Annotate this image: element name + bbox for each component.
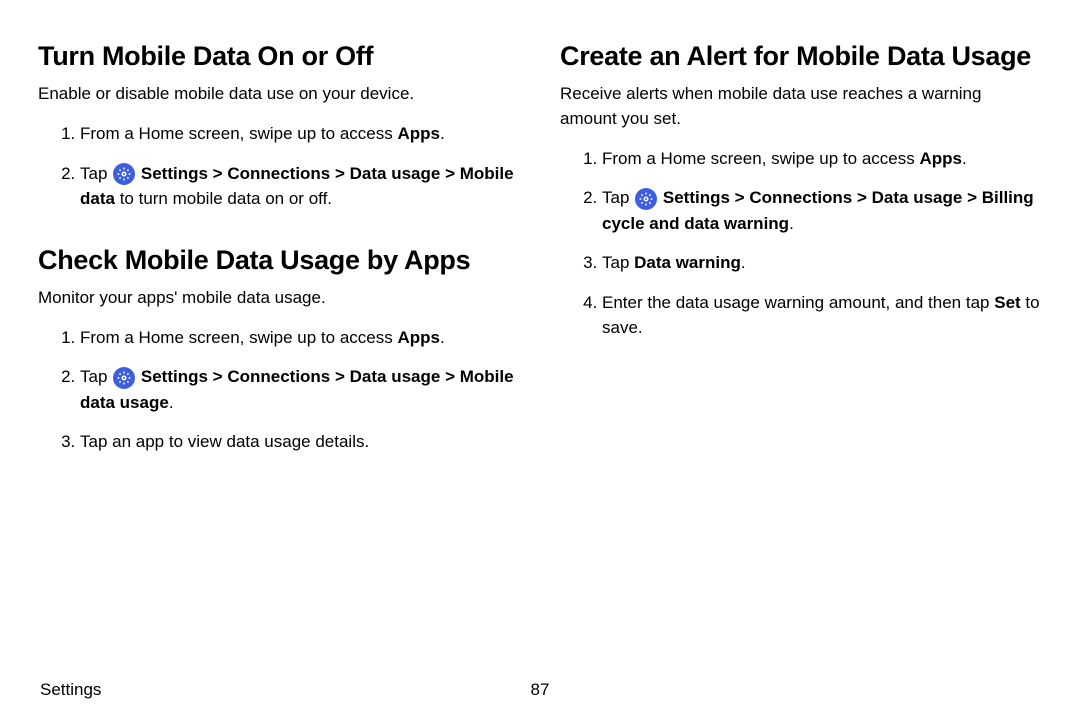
- footer-section-label: Settings: [40, 680, 101, 700]
- section-title: Create an Alert for Mobile Data Usage: [560, 40, 1042, 72]
- step-item: From a Home screen, swipe up to access A…: [602, 146, 1042, 172]
- step-item: Tap Settings > Connections > Data usage …: [80, 364, 520, 415]
- page-number: 87: [531, 680, 550, 700]
- section-description: Receive alerts when mobile data use reac…: [560, 82, 1042, 131]
- section-title: Check Mobile Data Usage by Apps: [38, 244, 520, 276]
- step-item: Enter the data usage warning amount, and…: [602, 290, 1042, 341]
- gear-icon: [635, 188, 657, 210]
- step-item: Tap an app to view data usage details.: [80, 429, 520, 455]
- step-list: From a Home screen, swipe up to access A…: [38, 325, 520, 455]
- step-item: Tap Settings > Connections > Data usage …: [80, 161, 520, 212]
- step-item: Tap Data warning.: [602, 250, 1042, 276]
- step-list: From a Home screen, swipe up to access A…: [560, 146, 1042, 341]
- step-item: From a Home screen, swipe up to access A…: [80, 121, 520, 147]
- section-turn-mobile-data: Turn Mobile Data On or Off Enable or dis…: [38, 40, 520, 212]
- section-title: Turn Mobile Data On or Off: [38, 40, 520, 72]
- step-item: From a Home screen, swipe up to access A…: [80, 325, 520, 351]
- section-check-data-usage: Check Mobile Data Usage by Apps Monitor …: [38, 244, 520, 455]
- page-footer: Settings 87: [38, 680, 1042, 700]
- step-list: From a Home screen, swipe up to access A…: [38, 121, 520, 212]
- section-description: Enable or disable mobile data use on you…: [38, 82, 520, 107]
- right-column: Create an Alert for Mobile Data Usage Re…: [560, 40, 1042, 680]
- left-column: Turn Mobile Data On or Off Enable or dis…: [38, 40, 520, 680]
- section-create-alert: Create an Alert for Mobile Data Usage Re…: [560, 40, 1042, 341]
- gear-icon: [113, 367, 135, 389]
- gear-icon: [113, 163, 135, 185]
- step-item: Tap Settings > Connections > Data usage …: [602, 185, 1042, 236]
- section-description: Monitor your apps' mobile data usage.: [38, 286, 520, 311]
